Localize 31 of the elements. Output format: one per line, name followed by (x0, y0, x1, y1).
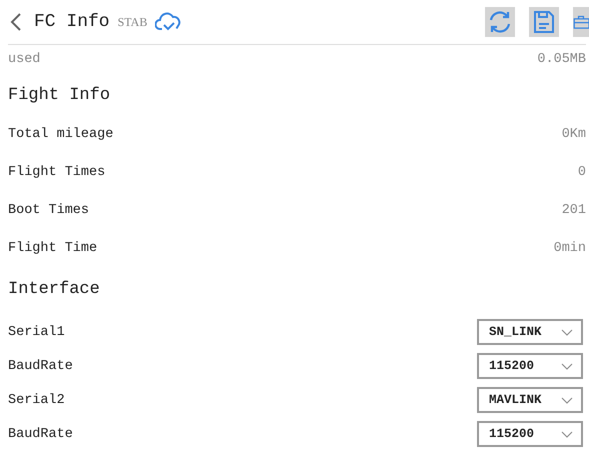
info-label: Boot Times (8, 202, 90, 218)
chevron-down-icon (561, 430, 573, 438)
info-label: Flight Times (8, 164, 106, 180)
section-title: Interface (8, 278, 101, 300)
dropdown[interactable]: 115200 (477, 353, 583, 379)
chevron-down-icon (561, 362, 573, 370)
dropdown[interactable]: MAVLINK (477, 387, 583, 413)
dropdown[interactable]: 115200 (477, 421, 583, 447)
toolbox-button[interactable] (573, 7, 589, 37)
cloud-check-icon[interactable] (155, 11, 184, 33)
info-value: 201 (562, 202, 586, 218)
setting-label: BaudRate (8, 426, 73, 442)
setting-label: Serial2 (8, 392, 65, 408)
dropdown[interactable]: SN_LINK (477, 319, 583, 345)
page-title: FC Info (34, 12, 110, 32)
back-icon[interactable] (10, 12, 22, 32)
setting-label: Serial1 (8, 324, 65, 340)
setting-label: BaudRate (8, 358, 73, 374)
info-label: Flight Time (8, 240, 98, 256)
info-label: Total mileage (8, 126, 114, 142)
mode-label: STAB (118, 14, 148, 30)
refresh-button[interactable] (485, 7, 515, 37)
section-title: Fight Info (8, 84, 112, 106)
info-value: 0 (578, 164, 586, 180)
info-value: 0min (554, 240, 586, 256)
storage-value: 0.05MB (537, 52, 586, 66)
save-button[interactable] (529, 7, 559, 37)
chevron-down-icon (561, 328, 573, 336)
info-value: 0Km (562, 126, 586, 142)
chevron-down-icon (561, 396, 573, 404)
storage-label: used (8, 52, 40, 66)
